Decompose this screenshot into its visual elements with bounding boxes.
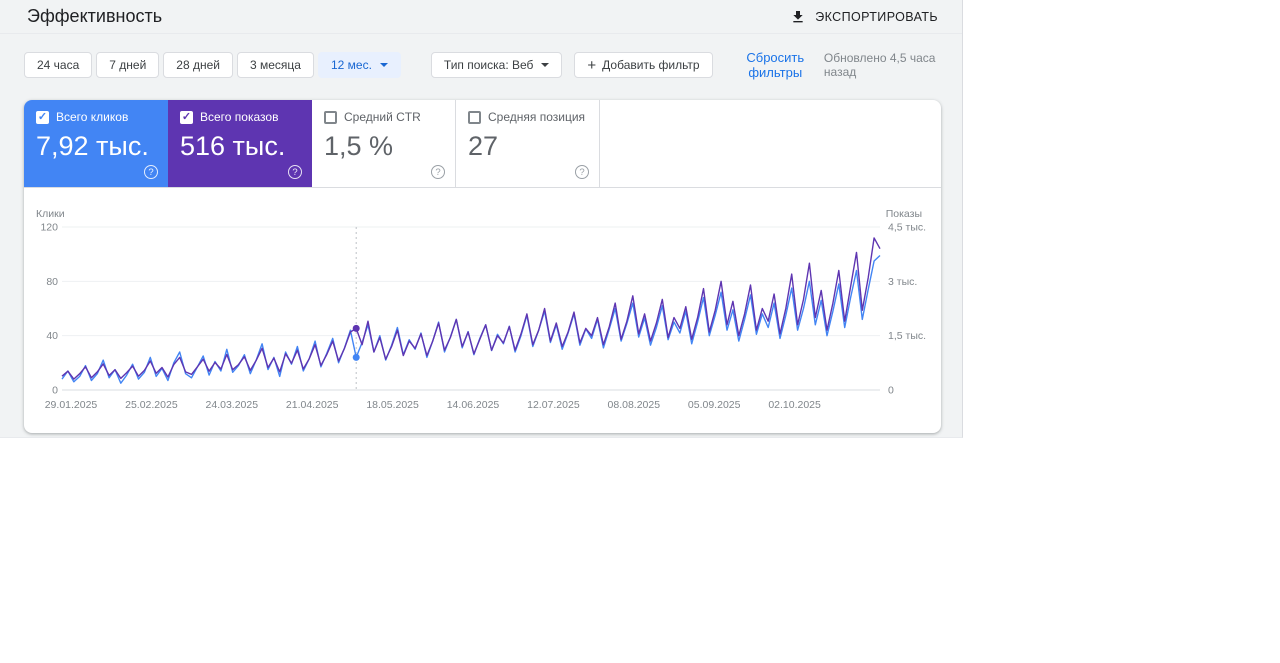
svg-text:1,5 тыс.: 1,5 тыс.: [888, 330, 926, 342]
checkbox-icon[interactable]: ✓: [180, 111, 193, 124]
svg-text:24.03.2025: 24.03.2025: [206, 399, 259, 411]
help-icon[interactable]: ?: [144, 165, 158, 179]
metric-value: 27: [468, 131, 587, 162]
help-icon[interactable]: ?: [575, 165, 589, 179]
svg-text:40: 40: [46, 330, 58, 342]
last-updated-text: Обновлено 4,5 часа назад: [824, 51, 938, 79]
svg-text:Клики: Клики: [36, 208, 65, 220]
chevron-down-icon: [541, 63, 549, 67]
add-filter-button[interactable]: + Добавить фильтр: [574, 52, 712, 78]
export-label: ЭКСПОРТИРОВАТЬ: [815, 10, 938, 24]
metric-value: 516 тыс.: [180, 131, 300, 162]
svg-text:08.08.2025: 08.08.2025: [608, 399, 661, 411]
date-range-24h[interactable]: 24 часа: [24, 52, 92, 78]
svg-text:14.06.2025: 14.06.2025: [447, 399, 500, 411]
checkbox-icon[interactable]: ✓: [36, 111, 49, 124]
metric-value: 1,5 %: [324, 131, 443, 162]
svg-text:25.02.2025: 25.02.2025: [125, 399, 178, 411]
help-icon[interactable]: ?: [288, 165, 302, 179]
performance-chart[interactable]: 0 0 40 1,5 тыс. 80 3 тыс. 120 4,5 тыс. Клики Пока…: [32, 205, 933, 427]
svg-text:12.07.2025: 12.07.2025: [527, 399, 580, 411]
plus-icon: +: [587, 58, 596, 73]
date-range-7d[interactable]: 7 дней: [96, 52, 159, 78]
svg-text:05.09.2025: 05.09.2025: [688, 399, 741, 411]
filter-bar: 24 часа 7 дней 28 дней 3 месяца 12 мес. …: [24, 50, 938, 80]
svg-text:21.04.2025: 21.04.2025: [286, 399, 339, 411]
metric-tiles: ✓ Всего кликов 7,92 тыс. ? ✓ Всего показ…: [24, 100, 941, 188]
checkbox-icon[interactable]: ✓: [324, 111, 337, 124]
svg-text:4,5 тыс.: 4,5 тыс.: [888, 222, 926, 234]
metric-tile-average-position[interactable]: ✓ Средняя позиция 27 ?: [456, 100, 600, 187]
performance-card: ✓ Всего кликов 7,92 тыс. ? ✓ Всего показ…: [24, 100, 941, 433]
date-range-3m[interactable]: 3 месяца: [237, 52, 314, 78]
svg-text:120: 120: [40, 222, 58, 234]
date-range-28d[interactable]: 28 дней: [163, 52, 233, 78]
reset-filters-link[interactable]: Сбросить фильтры: [731, 50, 820, 80]
metric-label: Средний CTR: [344, 110, 421, 124]
page-title: Эффективность: [27, 6, 162, 27]
svg-text:80: 80: [46, 276, 58, 288]
metric-tile-total-clicks[interactable]: ✓ Всего кликов 7,92 тыс. ?: [24, 100, 168, 187]
svg-text:Показы: Показы: [886, 208, 922, 220]
metric-label: Средняя позиция: [488, 110, 585, 124]
page-header: Эффективность ЭКСПОРТИРОВАТЬ: [0, 0, 962, 34]
metric-label: Всего показов: [200, 110, 278, 124]
svg-text:18.05.2025: 18.05.2025: [366, 399, 419, 411]
help-icon[interactable]: ?: [431, 165, 445, 179]
svg-text:0: 0: [888, 385, 894, 397]
download-icon: [790, 9, 806, 25]
metric-tile-total-impressions[interactable]: ✓ Всего показов 516 тыс. ?: [168, 100, 312, 187]
svg-text:3 тыс.: 3 тыс.: [888, 276, 917, 288]
search-type-filter[interactable]: Тип поиска: Веб: [431, 52, 562, 78]
checkbox-icon[interactable]: ✓: [468, 111, 481, 124]
chevron-down-icon: [380, 63, 388, 67]
date-range-12m-selected[interactable]: 12 мес.: [318, 52, 401, 78]
export-button[interactable]: ЭКСПОРТИРОВАТЬ: [790, 9, 938, 25]
svg-text:29.01.2025: 29.01.2025: [45, 399, 98, 411]
metric-value: 7,92 тыс.: [36, 131, 156, 162]
svg-text:0: 0: [52, 385, 58, 397]
svg-text:02.10.2025: 02.10.2025: [768, 399, 821, 411]
search-console-performance-page: Эффективность ЭКСПОРТИРОВАТЬ 24 часа 7 д…: [0, 0, 963, 438]
metric-label: Всего кликов: [56, 110, 128, 124]
metric-tile-average-ctr[interactable]: ✓ Средний CTR 1,5 % ?: [312, 100, 456, 187]
